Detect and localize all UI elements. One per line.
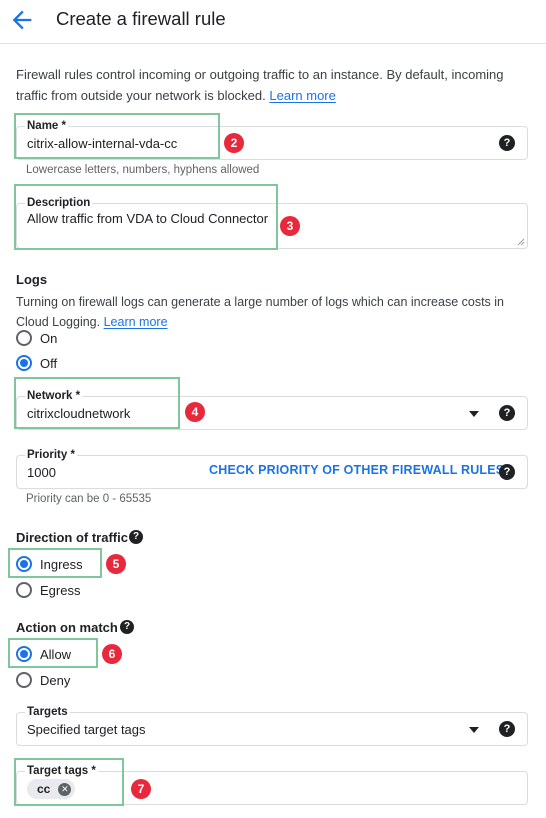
radio-checked-icon[interactable]	[16, 556, 32, 572]
ingress-radio[interactable]: Ingress	[16, 554, 83, 574]
help-icon[interactable]: ?	[129, 530, 143, 544]
dropdown-arrow-icon[interactable]	[469, 727, 479, 733]
step-badge-5: 5	[106, 554, 126, 574]
step-badge-2: 2	[224, 133, 244, 153]
radio-checked-icon[interactable]	[16, 355, 32, 371]
logs-on-label: On	[40, 330, 58, 346]
page-title: Create a firewall rule	[56, 8, 226, 29]
radio-unchecked-icon[interactable]	[16, 330, 32, 346]
egress-label: Egress	[40, 582, 81, 598]
description-input[interactable]: Allow traffic from VDA to Cloud Connecto…	[27, 211, 268, 226]
help-icon[interactable]: ?	[499, 135, 515, 151]
allow-radio[interactable]: Allow	[16, 644, 71, 664]
intro-description: Firewall rules control incoming or outgo…	[16, 67, 504, 103]
arrow-back-icon[interactable]	[8, 6, 36, 34]
tag-chip-label: cc	[37, 782, 51, 796]
step-badge-4: 4	[185, 402, 205, 422]
intro-text: Firewall rules control incoming or outgo…	[16, 64, 531, 106]
step-badge-3: 3	[280, 216, 300, 236]
close-icon[interactable]: ✕	[58, 782, 72, 796]
name-field-label: Name *	[25, 118, 68, 134]
egress-radio[interactable]: Egress	[16, 580, 80, 600]
logs-off-label: Off	[40, 355, 58, 371]
tag-chip[interactable]: cc ✕	[27, 779, 76, 799]
logs-title: Logs	[16, 272, 48, 287]
target-tags-field-label: Target tags *	[25, 763, 98, 779]
name-input[interactable]: citrix-allow-internal-vda-cc	[27, 136, 177, 151]
network-field-label: Network *	[25, 388, 83, 404]
radio-checked-icon[interactable]	[16, 646, 32, 662]
resize-handle-icon[interactable]	[517, 238, 525, 246]
deny-label: Deny	[40, 672, 71, 688]
allow-label: Allow	[40, 646, 72, 662]
network-select[interactable]: citrixcloudnetwork	[27, 406, 130, 421]
logs-off-radio[interactable]: Off	[16, 353, 57, 373]
description-field-label: Description	[25, 195, 93, 211]
targets-select[interactable]: Specified target tags	[27, 722, 146, 737]
ingress-label: Ingress	[40, 556, 83, 572]
intro-learn-more-link[interactable]: Learn more	[269, 88, 335, 103]
logs-text-block: Turning on firewall logs can generate a …	[16, 292, 531, 332]
help-icon[interactable]: ?	[120, 620, 134, 634]
name-field[interactable]: Name * citrix-allow-internal-vda-cc ?	[16, 118, 528, 160]
logs-description: Turning on firewall logs can generate a …	[16, 295, 504, 329]
description-field[interactable]: Description Allow traffic from VDA to Cl…	[16, 195, 528, 249]
check-priority-button[interactable]: CHECK PRIORITY OF OTHER FIREWALL RULES	[209, 463, 504, 483]
priority-field-label: Priority *	[25, 447, 77, 463]
help-icon[interactable]: ?	[499, 721, 515, 737]
direction-title: Direction of traffic	[16, 530, 128, 545]
radio-unchecked-icon[interactable]	[16, 582, 32, 598]
action-on-match-title: Action on match	[16, 620, 118, 635]
step-badge-7: 7	[131, 779, 151, 799]
step-badge-6: 6	[102, 644, 122, 664]
help-icon[interactable]: ?	[499, 464, 515, 480]
logs-on-radio[interactable]: On	[16, 328, 57, 348]
target-tags-field[interactable]: Target tags * cc ✕	[16, 763, 528, 805]
targets-field[interactable]: Targets Specified target tags ?	[16, 704, 528, 746]
name-hint: Lowercase letters, numbers, hyphens allo…	[26, 164, 260, 176]
priority-input[interactable]: 1000	[27, 465, 56, 480]
radio-unchecked-icon[interactable]	[16, 672, 32, 688]
network-field[interactable]: Network * citrixcloudnetwork ?	[16, 388, 528, 430]
priority-hint: Priority can be 0 - 65535	[26, 493, 152, 505]
dropdown-arrow-icon[interactable]	[469, 411, 479, 417]
page-header: Create a firewall rule	[0, 0, 546, 44]
priority-field[interactable]: Priority * 1000 CHECK PRIORITY OF OTHER …	[16, 447, 528, 489]
targets-field-label: Targets	[25, 704, 70, 720]
deny-radio[interactable]: Deny	[16, 670, 70, 690]
logs-learn-more-link[interactable]: Learn more	[104, 315, 168, 329]
help-icon[interactable]: ?	[499, 405, 515, 421]
